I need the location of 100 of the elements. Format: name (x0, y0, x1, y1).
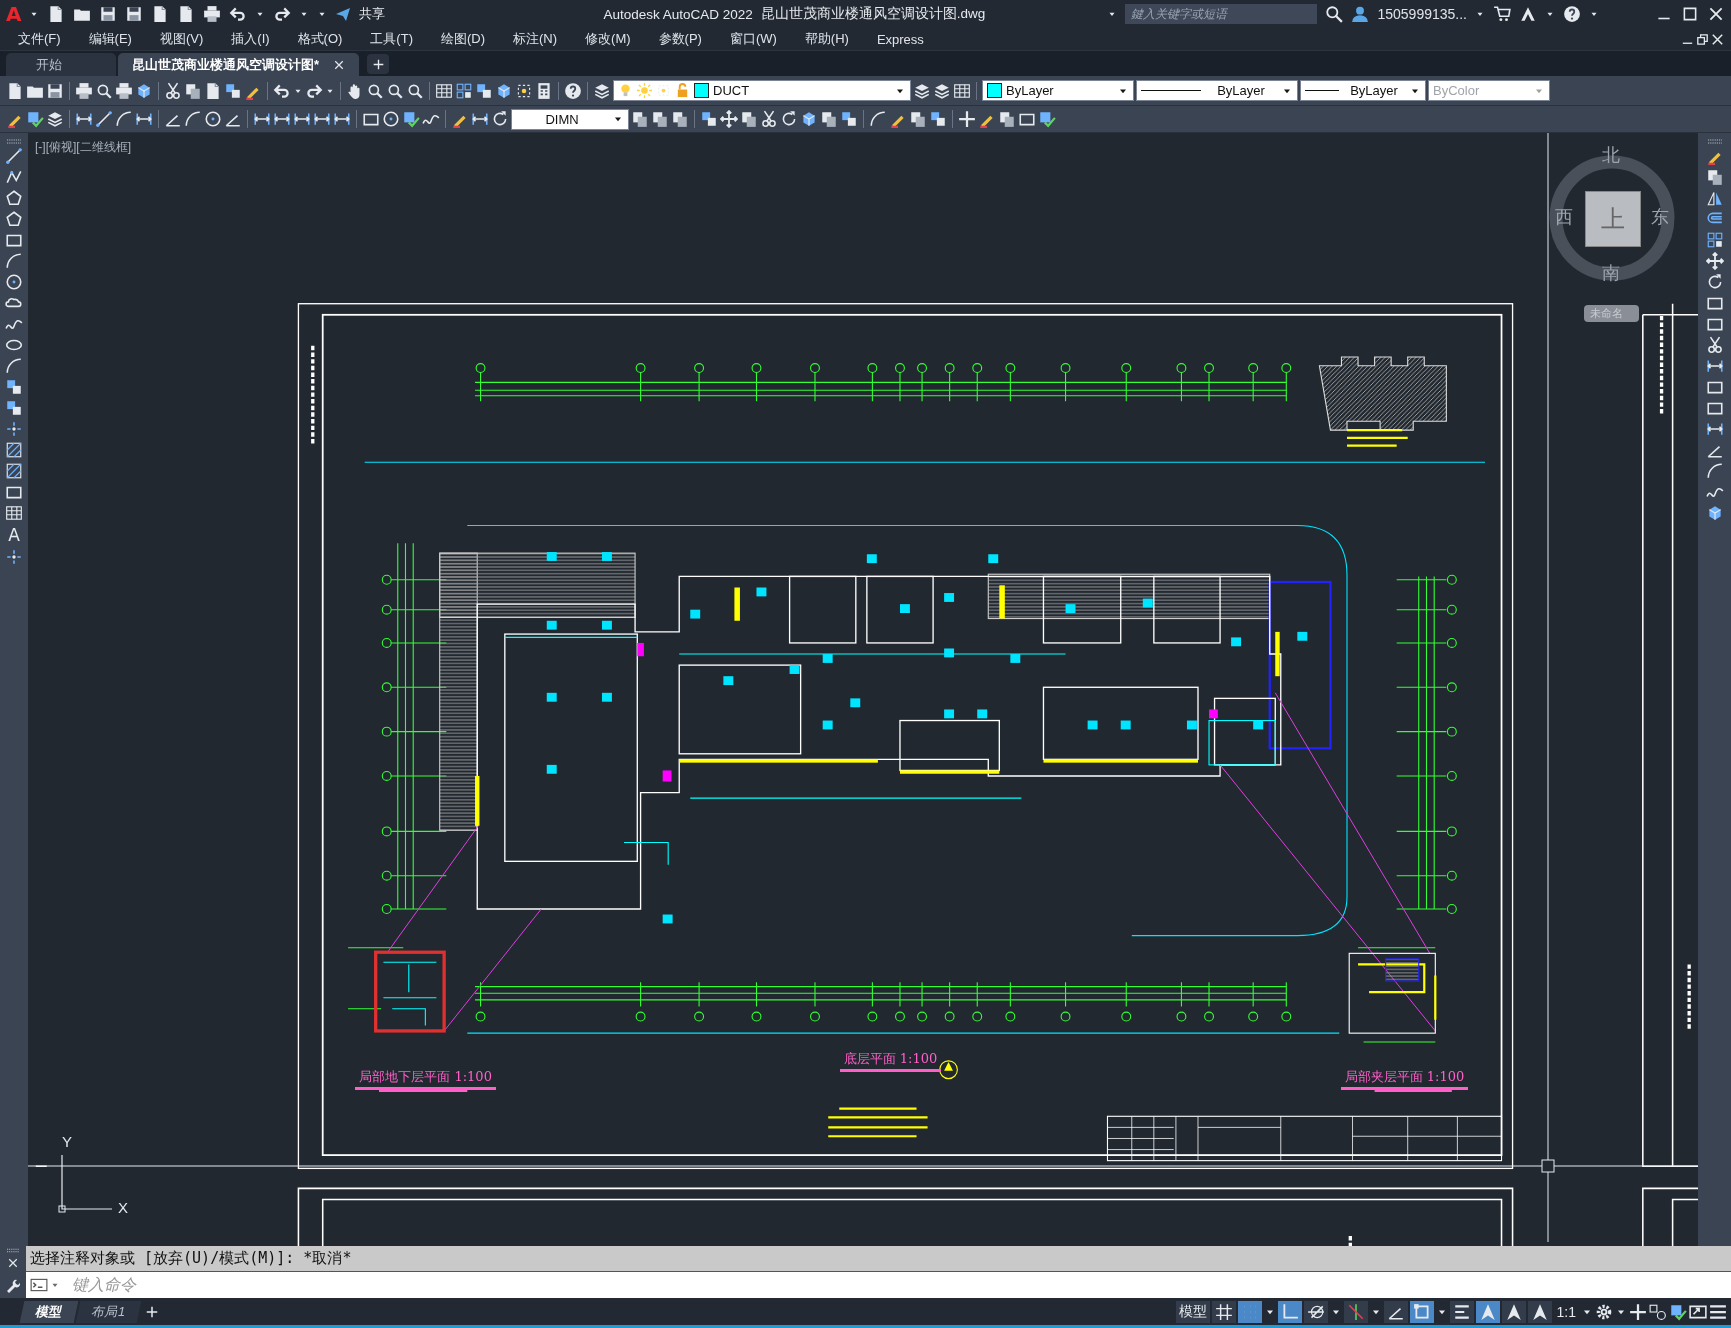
viewport-controls[interactable]: [-][俯视][二维线框] (35, 139, 131, 156)
search-icon[interactable] (1325, 5, 1344, 23)
copy-icon[interactable] (909, 110, 927, 128)
copy-icon[interactable] (651, 110, 669, 128)
undo-icon[interactable] (229, 5, 248, 23)
array-icon[interactable] (1705, 231, 1724, 249)
restore-icon[interactable] (1695, 31, 1710, 47)
gear-icon[interactable] (1595, 1302, 1613, 1321)
dim-icon[interactable] (293, 110, 311, 128)
plus-icon[interactable] (1629, 1302, 1647, 1321)
status-toggle[interactable] (1449, 1300, 1474, 1323)
block-icon[interactable] (5, 378, 23, 396)
printer-icon[interactable] (203, 5, 222, 23)
line-icon[interactable] (5, 147, 23, 165)
color-dropdown[interactable]: ByLayer (982, 80, 1134, 101)
circle-icon[interactable] (5, 273, 23, 291)
move-icon[interactable] (720, 110, 738, 128)
dim-icon[interactable] (471, 110, 489, 128)
scissors-icon[interactable] (1705, 336, 1724, 354)
status-toggle[interactable] (1211, 1300, 1236, 1323)
layers-icon[interactable] (593, 81, 611, 100)
status-toggle[interactable] (1501, 1300, 1526, 1323)
status-toggle[interactable] (1277, 1300, 1302, 1323)
calculator-icon[interactable] (535, 81, 553, 100)
printer-icon[interactable] (115, 81, 133, 100)
circle-icon[interactable] (382, 110, 400, 128)
user-name[interactable]: 1505999135... (1377, 6, 1467, 22)
grip-icon[interactable] (7, 139, 21, 144)
text-tool[interactable]: A (8, 525, 20, 545)
printer-icon[interactable] (75, 81, 93, 100)
arc-icon[interactable] (184, 110, 202, 128)
mirror-icon[interactable] (1705, 189, 1724, 207)
share-button[interactable]: 共享 (359, 5, 386, 23)
copy-icon[interactable] (740, 110, 758, 128)
layers-icon[interactable] (46, 110, 64, 128)
menu-item[interactable]: 编辑(E) (76, 30, 148, 48)
block-icon[interactable] (475, 81, 493, 100)
layers-icon[interactable] (933, 81, 951, 100)
status-toggle[interactable] (1237, 1300, 1262, 1323)
dim-icon[interactable] (75, 110, 93, 128)
polygon-icon[interactable] (5, 189, 23, 207)
annotation-scale[interactable]: 1:1 (1553, 1300, 1579, 1323)
terminal-icon[interactable] (30, 1276, 48, 1294)
menu-item[interactable]: 帮助(H) (792, 30, 865, 48)
document-icon[interactable] (6, 81, 24, 100)
menu-item[interactable]: 文件(F) (6, 30, 77, 48)
layer-dropdown[interactable]: DUCT (613, 80, 911, 101)
copy-icon[interactable] (631, 110, 649, 128)
dimension-style-dropdown[interactable]: DIMN (511, 108, 629, 130)
grip-icon[interactable] (7, 1248, 19, 1253)
shapes-icon[interactable] (1649, 1302, 1667, 1321)
block-icon[interactable] (840, 110, 858, 128)
menu-item[interactable]: 工具(T) (358, 30, 429, 48)
compass-east[interactable]: 东 (1651, 205, 1669, 229)
checkmark-icon[interactable] (26, 110, 44, 128)
copy-icon[interactable] (998, 110, 1016, 128)
help-icon[interactable] (1563, 5, 1581, 23)
menu-item[interactable]: 参数(P) (646, 30, 718, 48)
checkmark-icon[interactable] (1669, 1302, 1687, 1321)
triangle-icon[interactable] (1519, 5, 1537, 23)
menu-icon[interactable] (1709, 1302, 1727, 1321)
dim-icon[interactable] (313, 110, 331, 128)
copy-icon[interactable] (671, 110, 689, 128)
rotate-icon[interactable] (491, 110, 509, 128)
array-icon[interactable] (455, 81, 473, 100)
block-icon[interactable] (224, 81, 242, 100)
status-toggle[interactable] (1343, 1300, 1368, 1323)
block-icon[interactable] (929, 110, 947, 128)
copy-icon[interactable] (1705, 168, 1724, 186)
table-icon[interactable] (953, 81, 971, 100)
table-icon[interactable] (5, 504, 23, 522)
polyline-icon[interactable] (5, 168, 23, 186)
table-icon[interactable] (435, 81, 453, 100)
block-icon[interactable] (700, 110, 718, 128)
status-toggle[interactable] (1527, 1300, 1552, 1323)
status-toggle[interactable] (1475, 1300, 1500, 1323)
dim-icon[interactable] (273, 110, 291, 128)
hatch-icon[interactable] (5, 462, 23, 480)
menu-item[interactable]: 绘图(D) (428, 30, 501, 48)
redo-icon[interactable] (273, 5, 292, 23)
arc-icon[interactable] (869, 110, 887, 128)
grip-icon[interactable] (1707, 139, 1722, 144)
scissors-icon[interactable] (164, 81, 182, 100)
close-icon[interactable] (1710, 31, 1725, 47)
arc-icon[interactable] (5, 357, 23, 375)
menu-item[interactable]: Express (864, 31, 940, 47)
arc-icon[interactable] (5, 252, 23, 270)
file-tab[interactable]: 昆山世茂商业楼通风空调设计图* (118, 53, 360, 76)
new-tab-button[interactable] (367, 54, 390, 74)
dim-icon[interactable] (1705, 357, 1724, 375)
menu-item[interactable]: 插入(I) (219, 30, 286, 48)
arc-icon[interactable] (1705, 462, 1724, 480)
maximize-icon[interactable] (1681, 5, 1699, 23)
copy-icon[interactable] (820, 110, 838, 128)
point-icon[interactable] (5, 548, 23, 566)
checkmark-icon[interactable] (402, 110, 420, 128)
cube-icon[interactable] (800, 110, 818, 128)
menu-item[interactable]: 标注(N) (501, 30, 574, 48)
block-icon[interactable] (5, 399, 23, 417)
scissors-icon[interactable] (760, 110, 778, 128)
